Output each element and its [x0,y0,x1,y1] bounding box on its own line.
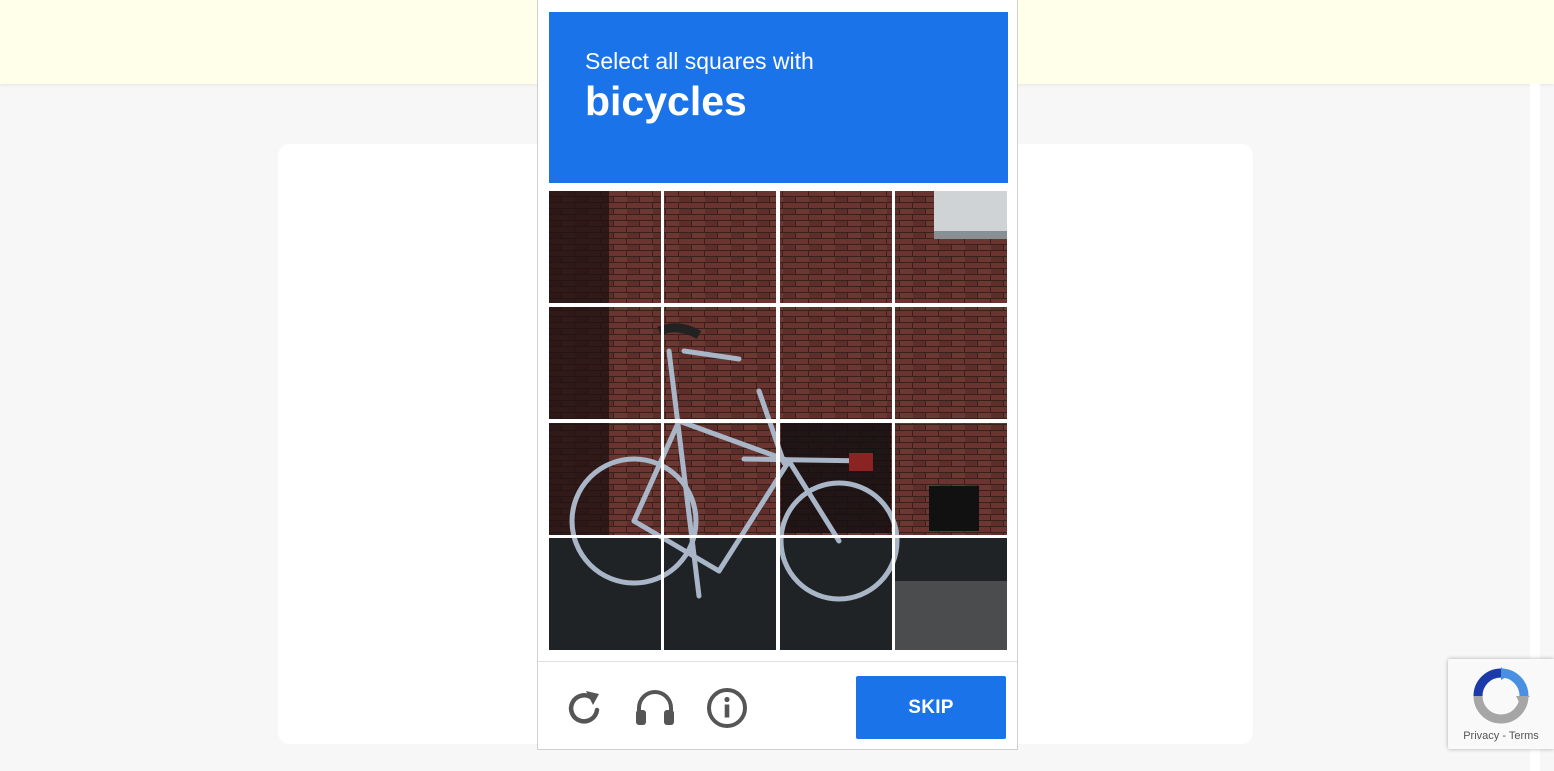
captcha-tile[interactable] [664,191,776,303]
skip-button[interactable]: SKIP [856,676,1006,739]
captcha-image-grid [549,191,1008,651]
captcha-tile[interactable] [895,307,1007,419]
headphones-icon[interactable] [633,686,677,730]
footer-divider [538,661,1017,662]
captcha-instruction: Select all squares with [585,48,814,74]
captcha-tile[interactable] [780,423,892,535]
reload-icon[interactable] [562,686,606,730]
info-icon[interactable] [705,686,749,730]
captcha-tile[interactable] [780,307,892,419]
captcha-tile[interactable] [895,538,1007,650]
captcha-tile[interactable] [549,423,661,535]
captcha-tile[interactable] [664,538,776,650]
captcha-challenge-frame: Select all squares with bicycles SKIP [537,0,1018,750]
captcha-tile[interactable] [664,423,776,535]
captcha-tile[interactable] [549,191,661,303]
captcha-prompt-header: Select all squares with bicycles [549,12,1008,183]
captcha-tile[interactable] [895,191,1007,303]
recaptcha-badge: Privacy - Terms [1448,659,1554,749]
captcha-tile[interactable] [549,538,661,650]
captcha-tile[interactable] [780,538,892,650]
recaptcha-logo-icon [1472,667,1530,725]
terms-link[interactable]: Terms [1509,730,1539,742]
captcha-target-object: bicycles [585,78,747,124]
captcha-tile[interactable] [780,191,892,303]
privacy-link[interactable]: Privacy [1463,730,1499,742]
captcha-tile[interactable] [895,423,1007,535]
badge-link-separator: - [1502,730,1506,742]
captcha-tile[interactable] [549,307,661,419]
captcha-tile[interactable] [664,307,776,419]
